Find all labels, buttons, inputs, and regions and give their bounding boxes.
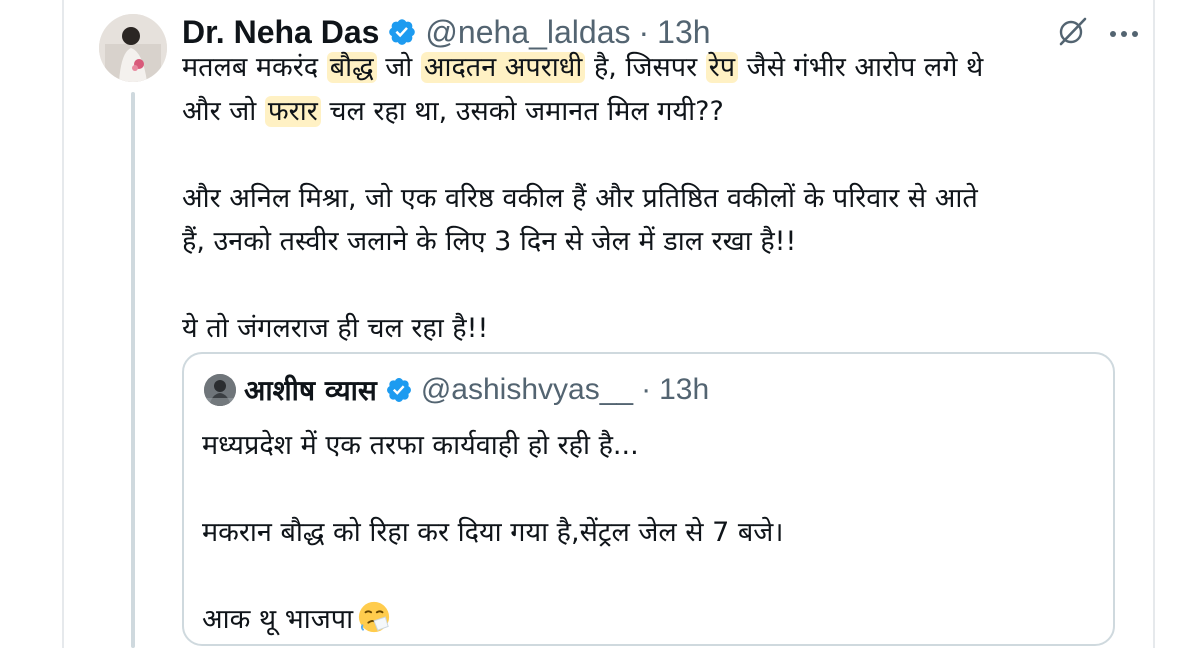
tweet-text: मतलब मकरंद बौद्ध जो आदतन अपराधी है, जिसप… — [182, 46, 1122, 351]
tweet-line: मतलब मकरंद बौद्ध जो आदतन अपराधी है, जिसप… — [182, 46, 1122, 90]
text-span: और जो — [182, 95, 265, 127]
column-border-left — [62, 0, 64, 648]
quoted-header-separator: · — [641, 373, 652, 406]
text-span: चल रहा था, उसको जमानत मिल गयी?? — [320, 95, 724, 127]
tweet-line: ये तो जंगलराज ही चल रहा है!! — [182, 313, 489, 344]
quoted-tweet-header: आशीष व्यास @ashishvyas__ · 13h — [244, 368, 709, 412]
quoted-tweet-text: मध्यप्रदेश में एक तरफा कार्यवाही हो रही … — [202, 424, 1092, 642]
highlight-span: फरार — [264, 95, 321, 127]
text-span: जैसे गंभीर आरोप लगे थे — [738, 52, 984, 83]
tweet-timestamp[interactable]: 13h — [657, 14, 710, 51]
sneezing-face-emoji — [358, 601, 390, 633]
text-span: है, जिसपर — [585, 52, 706, 83]
highlight-span: रेप — [705, 52, 739, 83]
text-span: जो — [376, 52, 421, 83]
author-name[interactable]: Dr. Neha Das — [182, 14, 379, 51]
quoted-tweet-card[interactable]: आशीष व्यास @ashishvyas__ · 13h मध्यप्रदे… — [182, 352, 1115, 646]
author-avatar[interactable] — [99, 14, 167, 82]
more-options-icon[interactable] — [1108, 22, 1140, 46]
quoted-tweet-timestamp[interactable]: 13h — [659, 373, 709, 407]
verified-badge-icon — [386, 378, 411, 402]
tweet-line: हैं, उनको तस्वीर जलाने के लिए 3 दिन से ज… — [182, 226, 797, 257]
thread-connector-line — [131, 92, 135, 648]
highlight-span: आदतन अपराधी — [420, 52, 586, 83]
avatar-image — [99, 14, 167, 82]
tweet-line: और अनिल मिश्रा, जो एक वरिष्ठ वकील हैं और… — [182, 182, 978, 214]
text-span: आक थू भाजपा — [202, 604, 354, 635]
verified-badge-icon — [389, 19, 416, 45]
highlight-span: बौद्ध — [326, 52, 377, 83]
quoted-line-last: आक थू भाजपा — [202, 598, 1092, 642]
quoted-line: मध्यप्रदेश में एक तरफा कार्यवाही हो रही … — [202, 430, 639, 461]
quoted-avatar-image — [204, 374, 236, 406]
quoted-author-name[interactable]: आशीष व्यास — [244, 371, 377, 409]
header-separator: · — [638, 13, 650, 50]
tweet-line: और जो फरार चल रहा था, उसको जमानत मिल गयी… — [182, 90, 1122, 134]
text-span: मतलब मकरंद — [182, 52, 327, 83]
quoted-author-handle[interactable]: @ashishvyas__ — [421, 373, 633, 407]
quoted-author-avatar[interactable] — [204, 374, 236, 406]
column-border-right — [1153, 0, 1155, 648]
grok-icon[interactable] — [1055, 14, 1089, 48]
quoted-line: मकरान बौद्ध को रिहा कर दिया गया है,सेंट्… — [202, 517, 784, 548]
author-handle[interactable]: @neha_laldas — [425, 14, 630, 51]
